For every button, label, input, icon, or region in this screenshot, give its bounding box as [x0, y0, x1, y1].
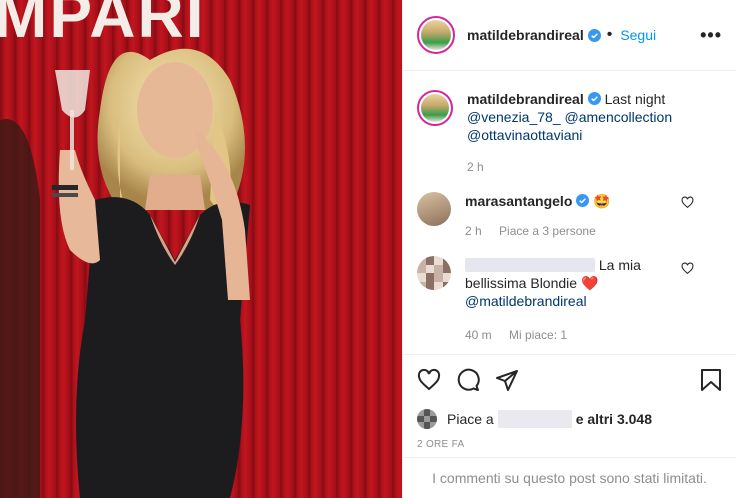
photo-illustration: [0, 0, 402, 498]
comment-likes[interactable]: Mi piace: 1: [509, 328, 567, 342]
comment-likes[interactable]: Piace a 3 persone: [499, 224, 596, 238]
action-icons: [417, 367, 722, 393]
heart-emoji: ❤️: [580, 275, 599, 291]
commenter-avatar[interactable]: [417, 256, 451, 290]
comment-body: La mia bellissima Blondie ❤️ @matildebra…: [465, 256, 695, 344]
liker-avatar[interactable]: [417, 409, 437, 429]
verified-badge-icon: [587, 28, 601, 42]
comment-meta: 2 h Piace a 3 persone: [465, 222, 695, 240]
likes-prefix: Piace a: [447, 411, 494, 427]
comment-body: marasantangelo 🤩 2 h Piace a 3 persone: [465, 192, 695, 240]
caption-avatar[interactable]: [417, 90, 453, 126]
verified-badge-icon: [587, 92, 601, 105]
post-photo[interactable]: MPARI: [0, 0, 402, 498]
commenter-avatar[interactable]: [417, 192, 451, 226]
comment-username[interactable]: marasantangelo: [465, 193, 572, 209]
caption-meta: 2 h: [467, 158, 697, 176]
likes-count[interactable]: e altri 3.048: [576, 411, 652, 427]
caption-mention[interactable]: @venezia_78_: [467, 109, 561, 125]
comments-list: matildebrandireal Last night @venezia_78…: [403, 72, 736, 353]
comment-like-heart-icon[interactable]: [681, 262, 694, 275]
post-timestamp[interactable]: 2 ORE FA: [417, 439, 722, 450]
comment-mention[interactable]: @matildebrandireal: [465, 293, 587, 309]
caption-mention[interactable]: @ottavinaottaviani: [467, 127, 582, 143]
caption-body: matildebrandireal Last night @venezia_78…: [467, 90, 697, 176]
post-side-panel: matildebrandireal • Segui ••• matildebra…: [402, 0, 736, 498]
brand-lettering: MPARI: [0, 0, 206, 51]
more-options-icon[interactable]: •••: [700, 25, 722, 46]
comment: La mia bellissima Blondie ❤️ @matildebra…: [417, 256, 722, 344]
likes-summary: Piace a e altri 3.048: [417, 409, 722, 429]
instagram-post: MPARI matildebrandireal • Segui ••• mati…: [0, 0, 736, 498]
comment-text: 🤩: [593, 193, 611, 209]
redacted-liker: [497, 410, 572, 428]
comment: marasantangelo 🤩 2 h Piace a 3 persone: [417, 192, 722, 240]
caption-mention[interactable]: @amencollection: [565, 109, 673, 125]
post-header: matildebrandireal • Segui •••: [403, 0, 736, 71]
share-paper-plane-icon[interactable]: [495, 368, 519, 392]
caption-time[interactable]: 2 h: [467, 160, 484, 174]
caption-text: Last night: [604, 91, 666, 107]
author-username[interactable]: matildebrandireal: [467, 27, 584, 43]
caption: matildebrandireal Last night @venezia_78…: [417, 90, 722, 176]
redacted-username: [465, 258, 595, 272]
verified-badge-icon: [576, 194, 590, 207]
like-heart-icon[interactable]: [417, 368, 441, 392]
separator-dot: •: [606, 26, 613, 43]
comment-time[interactable]: 2 h: [465, 224, 482, 238]
follow-button[interactable]: Segui: [620, 27, 656, 43]
caption-username[interactable]: matildebrandireal: [467, 91, 584, 107]
comment-meta: 40 m Mi piace: 1: [465, 326, 695, 344]
comments-limited-notice: I commenti su questo post sono stati lim…: [403, 457, 736, 498]
save-bookmark-icon[interactable]: [700, 368, 722, 392]
comment-like-heart-icon[interactable]: [681, 196, 694, 209]
post-actions: Piace a e altri 3.048 2 ORE FA: [403, 354, 736, 458]
comment-bubble-icon[interactable]: [456, 368, 480, 392]
comment-time[interactable]: 40 m: [465, 328, 492, 342]
author-avatar[interactable]: [417, 16, 455, 54]
